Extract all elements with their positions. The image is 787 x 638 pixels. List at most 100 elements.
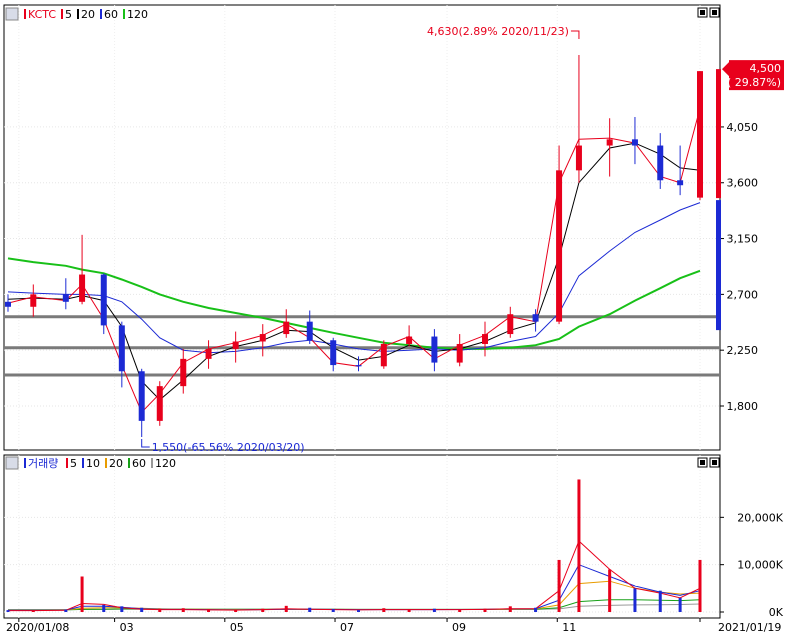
legend-label: 거래량 <box>28 457 58 470</box>
legend-label: 5 <box>70 457 77 470</box>
current-range-bar-up <box>716 69 721 199</box>
volume-bar <box>261 608 265 612</box>
legend-swatch <box>105 458 107 468</box>
candle <box>100 273 107 335</box>
volume-bar <box>557 559 561 612</box>
candle-body <box>556 170 563 322</box>
legend-label: KCTC <box>28 8 56 21</box>
price-tick-label: 4,050 <box>727 121 759 134</box>
candle-body <box>481 334 488 344</box>
candle <box>556 145 563 325</box>
volume-bar <box>432 608 436 612</box>
price-restore-icon <box>700 10 705 15</box>
legend-label: 120 <box>127 8 148 21</box>
volume-tick-label: 20,000K <box>737 511 783 524</box>
candle-body <box>355 365 362 367</box>
volume-bar <box>181 608 185 612</box>
volume-bar <box>407 609 411 612</box>
price-panel <box>3 4 721 451</box>
volume-panel <box>3 454 721 619</box>
legend-swatch <box>77 9 79 19</box>
volume-bar <box>658 590 662 612</box>
price-close-icon <box>712 10 717 15</box>
candle-body <box>100 274 107 326</box>
legend-label: 5 <box>65 8 72 21</box>
candle-body <box>657 145 664 181</box>
candle-body <box>138 371 145 421</box>
chart-canvas: 4,050 3,600 3,150 2,700 2,250 1,800 20,000K 10,… <box>3 4 784 634</box>
x-tick-label: 09 <box>452 621 466 634</box>
volume-bar <box>698 559 702 612</box>
high-annotation: 4,630(2.89% 2020/11/23) <box>427 25 569 38</box>
candle-body <box>62 294 69 302</box>
volume-bar <box>120 606 124 612</box>
candle <box>156 381 163 426</box>
legend-swatch <box>24 458 26 468</box>
volume-bar <box>102 604 106 612</box>
price-tick-label: 3,150 <box>727 233 759 246</box>
volume-settings-icon[interactable] <box>5 456 19 470</box>
volume-bar <box>207 609 211 612</box>
volume-bar <box>508 606 512 612</box>
candle-body <box>283 321 290 335</box>
settings-icon[interactable] <box>5 7 19 21</box>
candle-body <box>532 314 539 322</box>
volume-tick-label: 10,000K <box>737 559 783 572</box>
current-range-bar-down <box>716 200 721 331</box>
x-tick-label: 11 <box>562 621 576 634</box>
volume-bar <box>357 610 361 612</box>
candle-body <box>606 139 613 146</box>
volume-bar <box>633 588 637 612</box>
volume-restore-icon <box>700 460 705 465</box>
candle-body <box>456 343 463 363</box>
volume-bar <box>608 569 612 612</box>
volume-bar <box>80 576 84 612</box>
volume-bar <box>331 609 335 612</box>
candle-body <box>306 321 313 341</box>
price-tick-label: 2,700 <box>727 288 759 301</box>
candle-body <box>79 274 86 302</box>
candle-body <box>118 325 125 372</box>
legend-swatch <box>66 458 68 468</box>
volume-bar <box>158 608 162 612</box>
candle <box>697 71 703 201</box>
candle-body <box>697 71 703 198</box>
volume-bar <box>6 610 10 612</box>
candle-body <box>5 301 11 307</box>
legend-label: 60 <box>104 8 118 21</box>
volume-bar <box>577 479 581 612</box>
legend-swatch <box>24 9 26 19</box>
candle-body <box>156 386 163 421</box>
volume-bar <box>31 610 35 612</box>
legend-swatch <box>61 9 63 19</box>
volume-bar <box>284 605 288 612</box>
chart-window: 4,050 3,600 3,150 2,700 2,250 1,800 20,000K 10,… <box>0 0 787 634</box>
volume-bar <box>382 608 386 612</box>
volume-bar <box>458 609 462 612</box>
candle-body <box>406 336 413 344</box>
candle-body <box>677 180 684 186</box>
legend-swatch <box>123 9 125 19</box>
legend-label: 120 <box>155 457 176 470</box>
legend-label: 10 <box>86 457 100 470</box>
volume-close-icon <box>712 460 717 465</box>
candle-body <box>180 358 187 387</box>
legend-label: 20 <box>81 8 95 21</box>
candle-body <box>431 336 438 363</box>
volume-bar <box>64 609 68 612</box>
volume-tick-label: 0K <box>769 606 784 619</box>
current-change: ( 29.87%) <box>727 76 781 89</box>
volume-bar <box>678 597 682 612</box>
legend-label: 20 <box>109 457 123 470</box>
volume-bar <box>534 607 538 612</box>
candle-body <box>30 294 37 307</box>
volume-bar <box>308 607 312 612</box>
legend-swatch <box>151 458 153 468</box>
legend-swatch <box>82 458 84 468</box>
legend-label: 60 <box>132 457 146 470</box>
price-tick-label: 2,250 <box>727 344 759 357</box>
candle-body <box>380 343 387 367</box>
legend-swatch <box>100 9 102 19</box>
x-tick-label: 07 <box>340 621 354 634</box>
candle-body <box>232 341 239 349</box>
